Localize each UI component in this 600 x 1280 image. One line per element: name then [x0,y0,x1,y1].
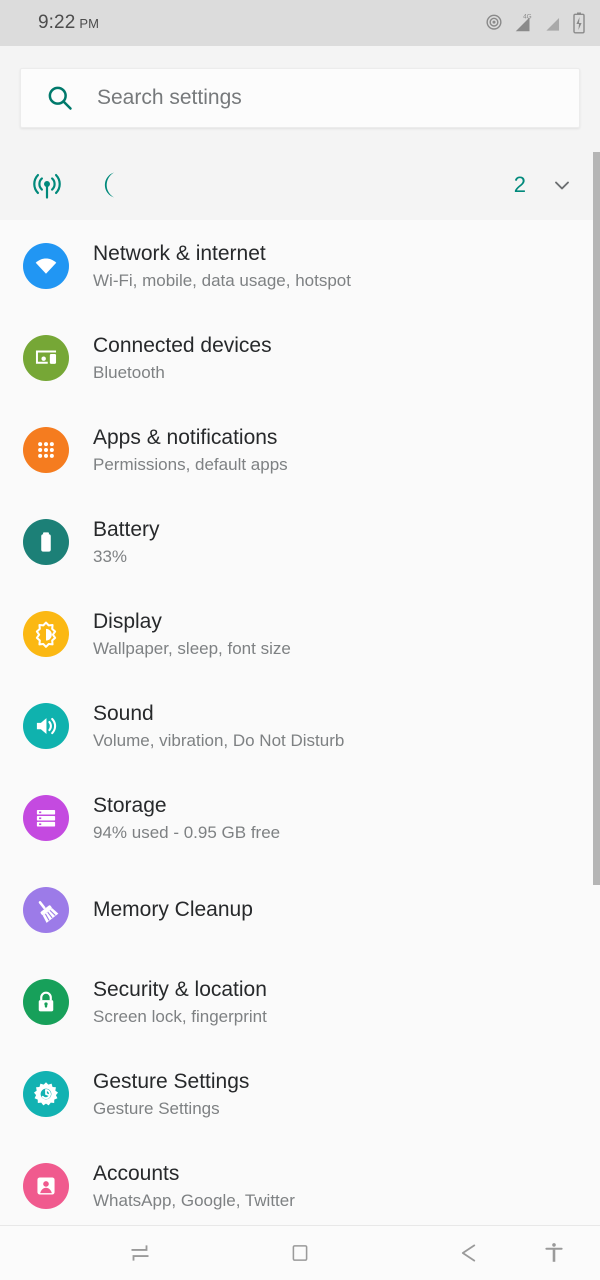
search-area: Search settings [0,46,600,150]
clock-ampm: PM [79,16,100,31]
list-item-title: Accounts [93,1161,180,1185]
list-item-memory-cleanup[interactable]: Memory Cleanup [0,864,600,956]
storage-icon [23,795,69,841]
list-item-text: Memory Cleanup [93,897,253,923]
list-item-text: Gesture Settings Gesture Settings [93,1069,249,1120]
list-item-security-location[interactable]: Security & location Screen lock, fingerp… [0,956,600,1048]
speaker-icon [23,703,69,749]
signal-4g-icon: 4G [513,12,535,34]
status-icons: 4G [484,10,586,36]
list-item-subtitle: Permissions, default apps [93,454,288,474]
search-placeholder: Search settings [97,86,242,109]
list-item-text: Network & internet Wi-Fi, mobile, data u… [93,241,351,292]
list-item-subtitle: Volume, vibration, Do Not Disturb [93,730,345,750]
search-input[interactable]: Search settings [20,68,580,128]
devices-icon [23,335,69,381]
list-item-title: Sound [93,701,154,725]
account-icon [23,1163,69,1209]
accessibility-button[interactable] [518,1226,590,1280]
toggles-count: 2 [513,172,526,197]
list-item-text: Security & location Screen lock, fingerp… [93,977,267,1028]
list-item-subtitle: Bluetooth [93,362,165,382]
list-item-text: Battery 33% [93,517,160,568]
navigation-bar [0,1225,600,1280]
quick-toggles-row: 2 [0,150,600,220]
list-item-title: Storage [93,793,167,817]
status-clock: 9:22 PM [38,12,99,34]
list-item-title: Memory Cleanup [93,898,253,921]
home-button[interactable] [264,1226,336,1280]
list-item-subtitle: WhatsApp, Google, Twitter [93,1190,295,1210]
list-item-title: Network & internet [93,241,266,265]
status-bar: 9:22 PM 4G [0,0,600,46]
list-item-sound[interactable]: Sound Volume, vibration, Do Not Disturb [0,680,600,772]
arrow-left-icon [455,1240,481,1266]
list-item-text: Storage 94% used - 0.95 GB free [93,793,280,844]
back-button[interactable] [432,1226,504,1280]
svg-text:4G: 4G [523,13,532,20]
broom-icon [23,887,69,933]
list-item-battery[interactable]: Battery 33% [0,496,600,588]
night-mode-toggle[interactable] [92,168,126,202]
list-item-connected-devices[interactable]: Connected devices Bluetooth [0,312,600,404]
list-item-text: Accounts WhatsApp, Google, Twitter [93,1161,295,1212]
lock-icon [23,979,69,1025]
list-item-storage[interactable]: Storage 94% used - 0.95 GB free [0,772,600,864]
list-item-title: Battery [93,517,160,541]
signal-bars-icon [544,14,563,33]
list-item-text: Apps & notifications Permissions, defaul… [93,425,288,476]
list-item-apps-notifications[interactable]: Apps & notifications Permissions, defaul… [0,404,600,496]
gear-icon [23,1071,69,1117]
accessibility-icon [542,1240,566,1266]
list-item-subtitle: Wi-Fi, mobile, data usage, hotspot [93,270,351,290]
list-item-title: Connected devices [93,333,272,357]
list-item-title: Gesture Settings [93,1069,250,1093]
list-item-text: Display Wallpaper, sleep, font size [93,609,291,660]
switch-icon [127,1240,153,1266]
list-item-gesture-settings[interactable]: Gesture Settings Gesture Settings [0,1048,600,1140]
list-item-title: Security & location [93,977,267,1001]
list-item-text: Sound Volume, vibration, Do Not Disturb [93,701,344,752]
search-icon [45,83,75,113]
battery-charging-icon [572,12,586,34]
brightness-icon [23,611,69,657]
hotspot-icon [484,13,504,33]
battery-icon [23,519,69,565]
list-item-text: Connected devices Bluetooth [93,333,272,384]
vertical-scrollbar[interactable] [593,152,600,885]
hotspot-toggle[interactable] [30,168,64,202]
list-item-title: Display [93,609,162,633]
settings-list[interactable]: Network & internet Wi-Fi, mobile, data u… [0,220,600,1225]
settings-screen: 9:22 PM 4G Search settings 2 Network & i… [0,0,600,1280]
square-icon [289,1242,311,1264]
apps-grid-icon [23,427,69,473]
list-item-network-internet[interactable]: Network & internet Wi-Fi, mobile, data u… [0,220,600,312]
clock-time: 9:22 [38,12,76,33]
list-item-accounts[interactable]: Accounts WhatsApp, Google, Twitter [0,1140,600,1225]
list-item-display[interactable]: Display Wallpaper, sleep, font size [0,588,600,680]
list-item-subtitle: Screen lock, fingerprint [93,1006,267,1026]
list-item-subtitle: Wallpaper, sleep, font size [93,638,291,658]
list-item-title: Apps & notifications [93,425,278,449]
recents-button[interactable] [104,1226,176,1280]
wifi-icon [23,243,69,289]
list-item-subtitle: 33% [93,546,128,566]
list-item-subtitle: 94% used - 0.95 GB free [93,822,281,842]
chevron-down-icon[interactable] [550,173,574,197]
list-item-subtitle: Gesture Settings [93,1098,220,1118]
